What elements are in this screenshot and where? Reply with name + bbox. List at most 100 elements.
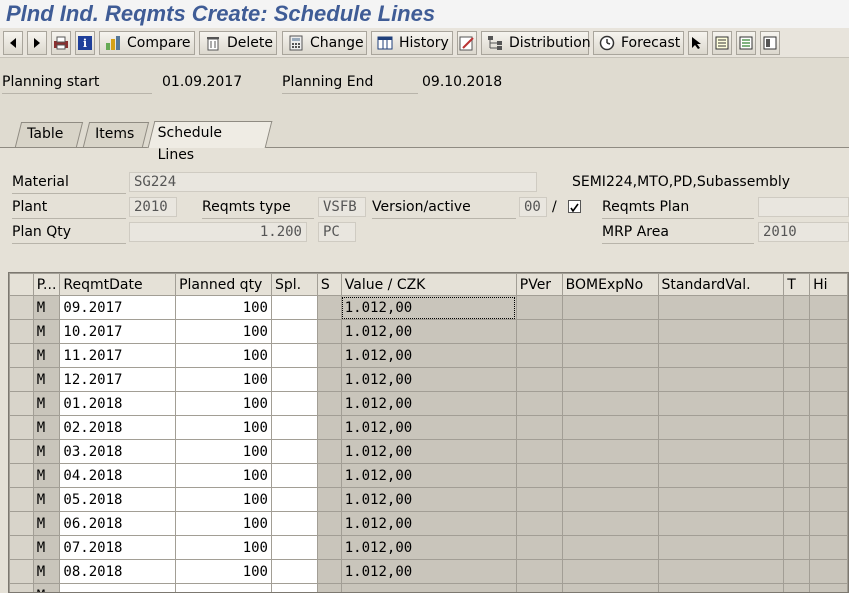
planned-qty-cell[interactable] [175,583,272,592]
value-cell[interactable]: 1.012,00 [340,511,517,536]
value-cell[interactable]: 1.012,00 [340,559,517,584]
procedure-cell[interactable]: M [32,319,61,344]
mrp-area-field[interactable]: 2010 [758,222,849,242]
column-header[interactable]: BOMExpNo [561,273,659,296]
reqmt-date-cell[interactable]: 11.2017 [59,343,177,368]
column-header[interactable]: Spl. [271,273,318,296]
row-selector[interactable] [9,295,34,320]
procedure-cell[interactable]: M [32,367,61,392]
change-button[interactable]: Change [282,31,367,55]
table-row[interactable]: M 09.2017 100 1.012,00 [9,295,848,320]
procedure-cell[interactable]: M [32,295,61,320]
split-cell[interactable] [271,439,318,464]
reqmt-date-cell[interactable]: 07.2018 [59,535,177,560]
table-row[interactable]: M 04.2018 100 1.012,00 [9,463,848,488]
procedure-cell[interactable]: M [32,391,61,416]
split-cell[interactable] [271,319,318,344]
column-header[interactable]: Planned qty [175,273,272,296]
info-icon[interactable]: i [75,31,95,55]
row-selector[interactable] [9,463,34,488]
forecast-button[interactable]: Forecast [593,31,684,55]
row-selector[interactable] [9,511,34,536]
planned-qty-cell[interactable]: 100 [175,559,272,584]
procedure-cell[interactable]: M [32,343,61,368]
row-selector[interactable] [9,415,34,440]
row-selector[interactable] [9,487,34,512]
table-row[interactable]: M 06.2018 100 1.012,00 [9,511,848,536]
reqmt-date-cell[interactable]: 02.2018 [59,415,177,440]
value-cell[interactable]: 1.012,00 [340,391,517,416]
row-selector[interactable] [9,583,34,592]
planned-qty-cell[interactable]: 100 [175,463,272,488]
table-row[interactable]: M 07.2018 100 1.012,00 [9,535,848,560]
value-cell[interactable]: 1.012,00 [340,367,517,392]
column-header[interactable]: PVer [515,273,563,296]
value-cell[interactable]: 1.012,00 [340,319,517,344]
procedure-cell[interactable]: M [32,511,61,536]
split-cell[interactable] [271,511,318,536]
procedure-cell[interactable]: M [32,415,61,440]
material-field[interactable]: SG224 [129,172,537,192]
split-cell[interactable] [271,487,318,512]
reqmt-date-cell[interactable]: 12.2017 [59,367,177,392]
row-selector[interactable] [9,439,34,464]
tab-items[interactable]: Items [82,122,150,147]
row-selector[interactable] [9,343,34,368]
compare-button[interactable]: Compare [99,31,195,55]
layout-icon[interactable] [760,31,780,55]
previous-icon[interactable] [3,31,23,55]
tab-table[interactable]: Table [14,122,84,147]
row-selector[interactable] [9,391,34,416]
uom-field[interactable]: PC [318,222,356,242]
reqmt-date-cell[interactable]: 05.2018 [59,487,177,512]
planned-qty-cell[interactable]: 100 [175,367,272,392]
list-icon[interactable] [736,31,756,55]
plan-qty-field[interactable]: 1.200 [129,222,307,242]
planned-qty-cell[interactable]: 100 [175,535,272,560]
procedure-cell[interactable]: M [32,463,61,488]
table-row[interactable]: M [9,583,848,592]
row-selector-header[interactable] [9,273,34,296]
split-cell[interactable] [271,463,318,488]
table-row[interactable]: M 12.2017 100 1.012,00 [9,367,848,392]
next-icon[interactable] [27,31,47,55]
procedure-cell[interactable]: M [32,583,61,592]
table-row[interactable]: M 03.2018 100 1.012,00 [9,439,848,464]
reqmt-date-cell[interactable]: 08.2018 [59,559,177,584]
column-header[interactable]: S [316,273,342,296]
procedure-cell[interactable]: M [32,535,61,560]
planned-qty-cell[interactable]: 100 [175,343,272,368]
reqmt-date-cell[interactable]: 03.2018 [59,439,177,464]
planned-qty-cell[interactable]: 100 [175,511,272,536]
split-cell[interactable] [271,559,318,584]
split-cell[interactable] [271,295,318,320]
reqmt-date-cell[interactable]: 01.2018 [59,391,177,416]
reqmt-date-cell[interactable]: 06.2018 [59,511,177,536]
reqmt-date-cell[interactable] [59,583,177,592]
column-header[interactable]: Hi [809,273,848,296]
table-row[interactable]: M 08.2018 100 1.012,00 [9,559,848,584]
reqmt-date-cell[interactable]: 10.2017 [59,319,177,344]
export-icon[interactable] [712,31,732,55]
history-button[interactable]: History [371,31,453,55]
column-header[interactable]: P... [32,273,61,296]
reqmts-type-field[interactable]: VSFB [318,197,366,217]
split-cell[interactable] [271,343,318,368]
table-row[interactable]: M 11.2017 100 1.012,00 [9,343,848,368]
value-cell[interactable] [340,583,517,592]
value-cell[interactable]: 1.012,00 [340,487,517,512]
select-icon[interactable] [688,31,708,55]
column-header[interactable]: ReqmtDate [59,273,177,296]
split-cell[interactable] [271,415,318,440]
value-cell[interactable]: 1.012,00 [340,463,517,488]
row-selector[interactable] [9,367,34,392]
reqmts-plan-field[interactable] [758,197,849,217]
table-row[interactable]: M 01.2018 100 1.012,00 [9,391,848,416]
table-row[interactable]: M 02.2018 100 1.012,00 [9,415,848,440]
planned-qty-cell[interactable]: 100 [175,487,272,512]
column-header[interactable]: T [783,273,811,296]
plant-field[interactable]: 2010 [129,197,177,217]
version-field[interactable]: 00 [519,197,547,217]
print-icon[interactable] [51,31,71,55]
value-cell[interactable]: 1.012,00 [340,535,517,560]
